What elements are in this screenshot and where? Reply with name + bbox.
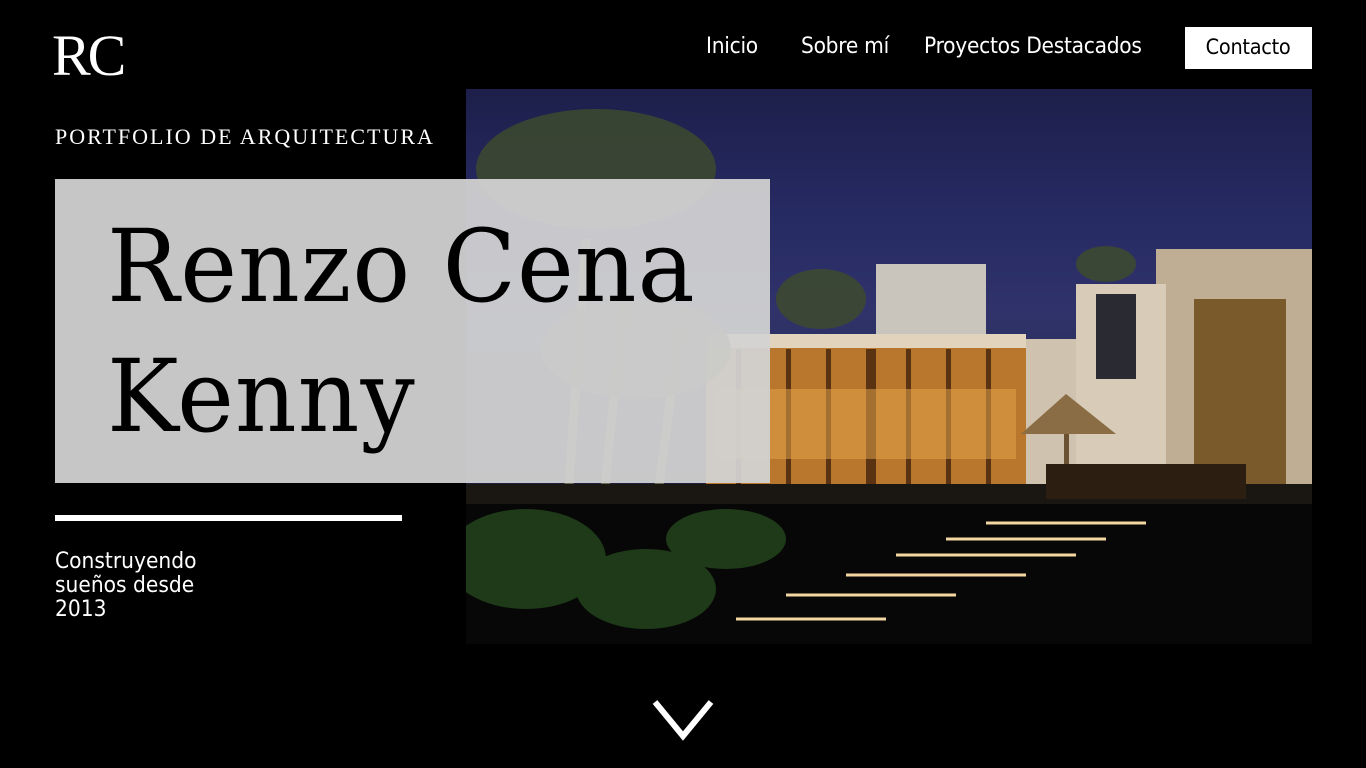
name-heading-line2: Kenny [107,338,416,455]
nav-contacto-label: Contacto [1206,35,1291,59]
name-heading-line1: Renzo Cena [107,208,696,325]
main-nav: Inicio Sobre mí Proyectos Destacados Con… [0,27,1366,69]
chevron-down-icon[interactable] [651,698,715,742]
nav-proyectos-destacados[interactable]: Proyectos Destacados [924,27,1142,69]
name-overlay-box: Renzo Cena Kenny [55,179,770,483]
portfolio-subtitle: PORTFOLIO DE ARQUITECTURA [55,124,435,149]
nav-inicio[interactable]: Inicio [706,27,758,69]
tagline: Construyendo sueños desde 2013 [55,549,197,622]
divider-bar [55,515,402,521]
nav-sobre-mi[interactable]: Sobre mí [801,27,889,69]
nav-contacto-button[interactable]: Contacto [1185,27,1312,69]
